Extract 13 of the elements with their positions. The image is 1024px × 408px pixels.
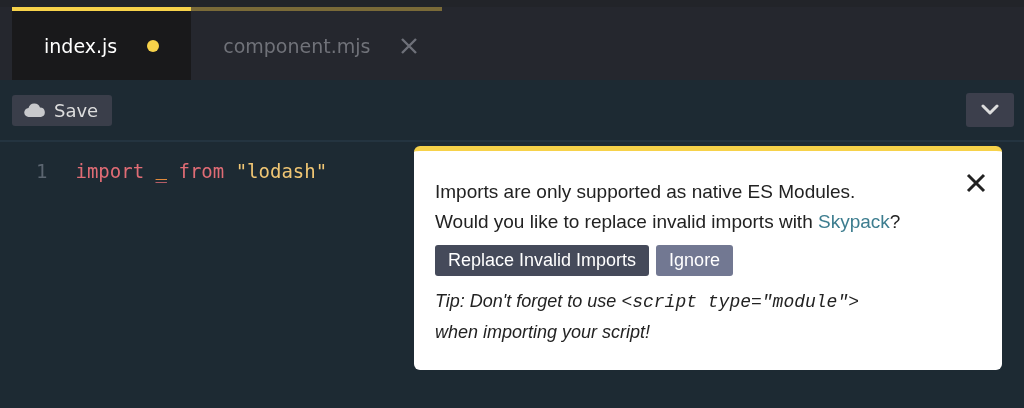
tip-text: Tip: Don't forget to use <script type="module"> when importing your script! (435, 290, 860, 344)
ignore-button[interactable]: Ignore (656, 245, 734, 276)
replace-button[interactable]: Replace Invalid Imports (435, 245, 650, 276)
line-number: 1 (36, 160, 48, 182)
skypack-link[interactable]: Skypack (818, 211, 890, 232)
save-button[interactable]: Save (12, 94, 113, 126)
dropdown-button[interactable] (966, 93, 1014, 127)
chevron-down-icon (980, 104, 1000, 116)
warning-message: Imports are only supported as native ES Modules. Would you like to replace invalid imports with Skypack? (435, 180, 901, 234)
cloud-icon (24, 103, 46, 117)
code-line: import _ from "lodash" (75, 160, 328, 182)
file-tab[interactable]: index.js (12, 7, 192, 80)
close-icon[interactable] (966, 173, 986, 193)
